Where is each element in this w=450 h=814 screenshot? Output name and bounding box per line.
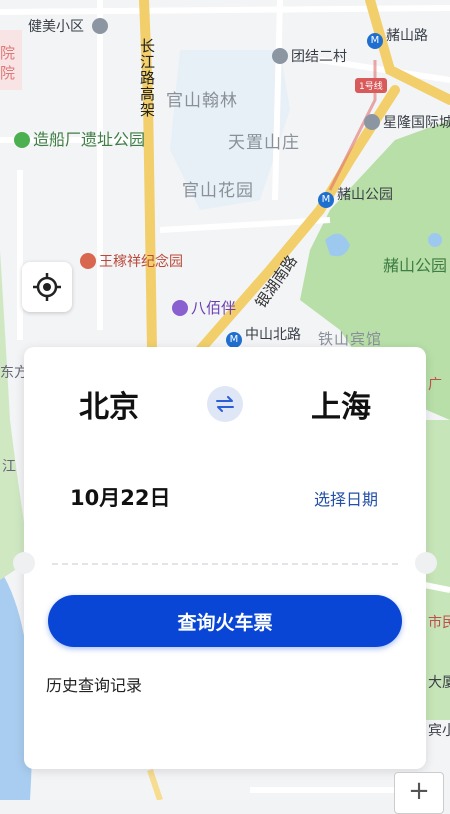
map-label-binxiao: 宾小区 [428,723,450,739]
metro-line-badge: 1号线 [355,78,387,93]
map-label-text: 造船厂遗址公园 [33,130,146,149]
card-notch-left [13,552,35,574]
query-history-link[interactable]: 历史查询记录 [46,672,142,696]
pick-date-link[interactable]: 选择日期 [314,486,378,510]
map-label-hospital: 院 [0,44,16,62]
shopping-icon [172,300,188,316]
metro-icon: M [367,33,383,49]
swap-cities-button[interactable] [207,386,243,422]
map-label-shimin: 市民 [428,615,450,631]
map-label-tieshan-hotel: 铁山宾馆 [318,330,383,348]
map-label-babaiban: 八佰伴 [172,297,236,318]
map-label-zhushan-park-station: M 赭山公园 [318,184,393,208]
zoom-in-button[interactable]: + [394,772,444,814]
park-icon [14,132,30,148]
crosshair-icon [33,273,61,301]
community-icon [92,18,109,34]
travel-date[interactable]: 10月22日 [70,482,170,512]
swap-arrows-icon [216,396,234,412]
community-icon [272,48,288,64]
dashed-divider [52,563,398,565]
map-label-xinglong: 星隆国际城 [364,112,450,132]
map-label-text: 星隆国际城 [383,115,450,131]
metro-icon: M [318,192,334,208]
map-label-guanshan-hanlin: 官山翰林 [166,91,238,111]
map-label-text: 赭山路 [386,28,428,44]
map-label-text: 王稼祥纪念园 [99,254,183,270]
map-label-zhongshan-north: M 中山北路 [226,324,301,348]
memorial-icon [80,253,96,269]
map-label-tianzhi: 天置山庄 [228,133,300,153]
card-notch-right [415,552,437,574]
from-city[interactable]: 北京 [79,382,139,426]
map-label-changjiang-road: 长江路高架 [138,38,156,118]
map-label-jiang: 江 [2,459,16,475]
map-label-zhushan-road-station: M 赭山路 [367,25,428,49]
map-label-text: 八佰伴 [191,299,237,317]
map-label-tuanjie: 团结二村 [272,46,347,66]
map-label-jianmei: 健美小区 [28,16,111,36]
map-label-wang-memorial: 王稼祥纪念园 [80,251,183,271]
metro-icon: M [226,332,242,348]
map-label-text: 赭山公园 [337,187,393,203]
map-label-text: 健美小区 [28,19,84,35]
building-icon [364,114,380,130]
map-label-hospital-2: 院 [0,64,16,82]
map-label-shipyard-park: 造船厂遗址公园 [14,126,145,150]
query-train-tickets-button[interactable]: 查询火车票 [48,595,402,647]
to-city[interactable]: 上海 [311,382,371,426]
map-label-text: 中山北路 [245,327,301,343]
map-label-text: 团结二村 [291,49,347,65]
map-label-guanshan-garden: 官山花园 [182,181,254,201]
locate-button[interactable] [22,262,72,312]
map-label-dasha: 大厦 [428,675,450,691]
map-label-guang: 广 [428,377,442,393]
map-label-zhushan-park: 赭山公园 [383,256,448,275]
